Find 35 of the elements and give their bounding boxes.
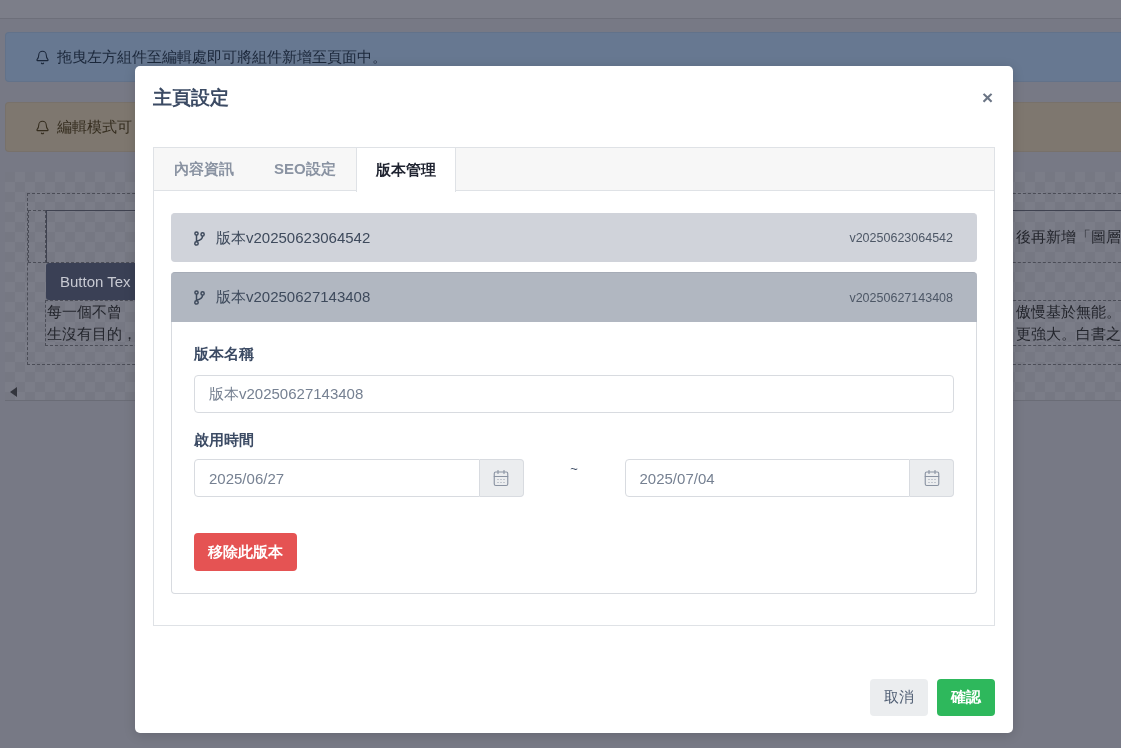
- tab[interactable]: 內容資訊: [154, 148, 254, 191]
- end-date-input[interactable]: 2025/07/04: [624, 459, 910, 497]
- paragraph-text: 傲慢基於無能。 更強大。白書之: [1016, 302, 1121, 344]
- paragraph-text: 每一個不曾 生沒有目的，: [47, 302, 137, 344]
- calendar-icon: [922, 469, 941, 487]
- tab[interactable]: SEO設定: [254, 148, 356, 191]
- cancel-button[interactable]: 取消: [870, 679, 928, 716]
- branch-icon: [194, 230, 205, 246]
- tab[interactable]: 版本管理: [355, 148, 456, 192]
- alert-text: 拖曳左方組件至編輯處即可將組件新增至頁面中。: [57, 47, 387, 67]
- branch-icon: [194, 290, 205, 305]
- start-date-input[interactable]: 2025/06/27: [194, 459, 480, 497]
- field-label: 版本名稱: [194, 344, 254, 364]
- field-label: 啟用時間: [194, 430, 254, 450]
- remove-version-button[interactable]: 移除此版本: [194, 533, 297, 571]
- close-button[interactable]: ×: [981, 87, 995, 109]
- version-code: v20250623064542: [849, 231, 953, 245]
- calendar-icon: [492, 469, 510, 487]
- version-name: 版本v20250627143408: [216, 288, 371, 307]
- calendar-button[interactable]: [910, 459, 954, 497]
- version-code: v20250627143408: [849, 290, 953, 305]
- calendar-button[interactable]: [479, 459, 524, 497]
- scroll-left-icon[interactable]: [10, 387, 17, 397]
- version-name: 版本v20250623064542: [216, 228, 371, 248]
- confirm-button[interactable]: 確認: [937, 679, 995, 716]
- version-name-input[interactable]: 版本v20250627143408: [194, 375, 954, 413]
- layer-text: 後再新增「圖層: [1016, 228, 1121, 247]
- preview-button[interactable]: Button Tex: [46, 263, 135, 300]
- version-header[interactable]: 版本v20250627143408 v20250627143408: [171, 272, 977, 322]
- date-separator: ~: [570, 460, 578, 476]
- version-header[interactable]: 版本v20250623064542 v20250623064542: [171, 213, 977, 262]
- bell-icon: [35, 119, 50, 135]
- modal-title: 主頁設定: [153, 86, 229, 110]
- alert-text: 編輯模式可: [57, 117, 132, 137]
- bell-icon: [35, 49, 50, 65]
